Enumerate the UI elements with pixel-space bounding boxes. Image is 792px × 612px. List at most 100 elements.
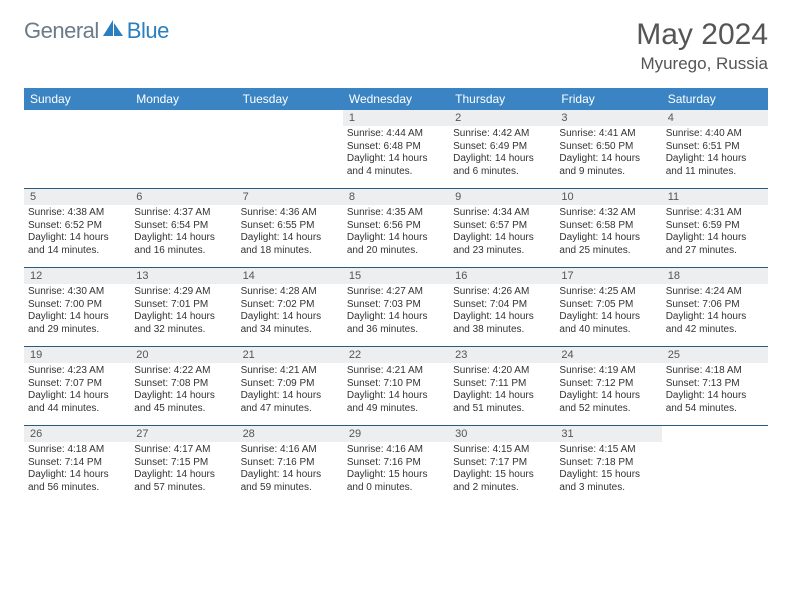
day-d2: and 16 minutes. [134, 245, 232, 258]
day-sr: Sunrise: 4:30 AM [28, 286, 126, 299]
day-d1: Daylight: 14 hours [347, 232, 445, 245]
day-number: 24 [555, 347, 661, 363]
day-number: 20 [130, 347, 236, 363]
day-number: 1 [343, 110, 449, 126]
day-sr: Sunrise: 4:27 AM [347, 286, 445, 299]
calendar-cell: 18Sunrise: 4:24 AMSunset: 7:06 PMDayligh… [662, 268, 768, 346]
calendar-cell [662, 426, 768, 504]
day-details: Sunrise: 4:38 AMSunset: 6:52 PMDaylight:… [24, 205, 130, 259]
day-ss: Sunset: 6:58 PM [559, 220, 657, 233]
day-details: Sunrise: 4:32 AMSunset: 6:58 PMDaylight:… [555, 205, 661, 259]
day-details: Sunrise: 4:18 AMSunset: 7:13 PMDaylight:… [662, 363, 768, 417]
day-ss: Sunset: 7:18 PM [559, 457, 657, 470]
day-sr: Sunrise: 4:26 AM [453, 286, 551, 299]
day-ss: Sunset: 6:56 PM [347, 220, 445, 233]
calendar-cell: 15Sunrise: 4:27 AMSunset: 7:03 PMDayligh… [343, 268, 449, 346]
calendar-cell: 5Sunrise: 4:38 AMSunset: 6:52 PMDaylight… [24, 189, 130, 267]
day-sr: Sunrise: 4:37 AM [134, 207, 232, 220]
day-number: 30 [449, 426, 555, 442]
day-ss: Sunset: 7:06 PM [666, 299, 764, 312]
day-details: Sunrise: 4:44 AMSunset: 6:48 PMDaylight:… [343, 126, 449, 180]
day-d1: Daylight: 14 hours [347, 153, 445, 166]
day-sr: Sunrise: 4:15 AM [559, 444, 657, 457]
day-details: Sunrise: 4:42 AMSunset: 6:49 PMDaylight:… [449, 126, 555, 180]
day-ss: Sunset: 7:07 PM [28, 378, 126, 391]
day-details: Sunrise: 4:17 AMSunset: 7:15 PMDaylight:… [130, 442, 236, 496]
calendar-cell [237, 110, 343, 188]
day-d2: and 49 minutes. [347, 403, 445, 416]
day-d2: and 2 minutes. [453, 482, 551, 495]
day-ss: Sunset: 6:49 PM [453, 141, 551, 154]
day-ss: Sunset: 6:59 PM [666, 220, 764, 233]
day-d1: Daylight: 14 hours [28, 390, 126, 403]
calendar-cell: 1Sunrise: 4:44 AMSunset: 6:48 PMDaylight… [343, 110, 449, 188]
day-d2: and 59 minutes. [241, 482, 339, 495]
day-sr: Sunrise: 4:21 AM [347, 365, 445, 378]
day-number: 25 [662, 347, 768, 363]
day-sr: Sunrise: 4:31 AM [666, 207, 764, 220]
calendar-cell: 21Sunrise: 4:21 AMSunset: 7:09 PMDayligh… [237, 347, 343, 425]
logo-text-blue: Blue [127, 18, 169, 44]
day-ss: Sunset: 6:57 PM [453, 220, 551, 233]
day-number: 8 [343, 189, 449, 205]
day-number: 17 [555, 268, 661, 284]
day-sr: Sunrise: 4:18 AM [666, 365, 764, 378]
day-d1: Daylight: 14 hours [241, 390, 339, 403]
day-sr: Sunrise: 4:16 AM [241, 444, 339, 457]
day-details: Sunrise: 4:25 AMSunset: 7:05 PMDaylight:… [555, 284, 661, 338]
calendar-cell: 9Sunrise: 4:34 AMSunset: 6:57 PMDaylight… [449, 189, 555, 267]
day-number: 19 [24, 347, 130, 363]
day-details: Sunrise: 4:29 AMSunset: 7:01 PMDaylight:… [130, 284, 236, 338]
day-d1: Daylight: 14 hours [666, 232, 764, 245]
day-d1: Daylight: 14 hours [241, 469, 339, 482]
day-sr: Sunrise: 4:29 AM [134, 286, 232, 299]
day-d2: and 3 minutes. [559, 482, 657, 495]
day-ss: Sunset: 7:17 PM [453, 457, 551, 470]
day-details: Sunrise: 4:37 AMSunset: 6:54 PMDaylight:… [130, 205, 236, 259]
day-number: 7 [237, 189, 343, 205]
calendar-cell: 20Sunrise: 4:22 AMSunset: 7:08 PMDayligh… [130, 347, 236, 425]
day-ss: Sunset: 7:09 PM [241, 378, 339, 391]
day-number: 3 [555, 110, 661, 126]
day-sr: Sunrise: 4:36 AM [241, 207, 339, 220]
day-number: 12 [24, 268, 130, 284]
day-sr: Sunrise: 4:15 AM [453, 444, 551, 457]
week-row: 19Sunrise: 4:23 AMSunset: 7:07 PMDayligh… [24, 347, 768, 426]
week-row: 1Sunrise: 4:44 AMSunset: 6:48 PMDaylight… [24, 110, 768, 189]
day-d2: and 4 minutes. [347, 166, 445, 179]
day-sr: Sunrise: 4:44 AM [347, 128, 445, 141]
day-number: 13 [130, 268, 236, 284]
day-number: 4 [662, 110, 768, 126]
calendar-cell: 24Sunrise: 4:19 AMSunset: 7:12 PMDayligh… [555, 347, 661, 425]
day-d1: Daylight: 14 hours [559, 311, 657, 324]
day-d1: Daylight: 14 hours [347, 311, 445, 324]
dayname-sun: Sunday [24, 88, 130, 110]
day-ss: Sunset: 6:54 PM [134, 220, 232, 233]
day-d1: Daylight: 14 hours [241, 311, 339, 324]
day-details: Sunrise: 4:18 AMSunset: 7:14 PMDaylight:… [24, 442, 130, 496]
day-details: Sunrise: 4:28 AMSunset: 7:02 PMDaylight:… [237, 284, 343, 338]
day-details: Sunrise: 4:16 AMSunset: 7:16 PMDaylight:… [237, 442, 343, 496]
day-d2: and 44 minutes. [28, 403, 126, 416]
day-sr: Sunrise: 4:18 AM [28, 444, 126, 457]
calendar-cell: 16Sunrise: 4:26 AMSunset: 7:04 PMDayligh… [449, 268, 555, 346]
week-row: 26Sunrise: 4:18 AMSunset: 7:14 PMDayligh… [24, 426, 768, 504]
calendar-cell: 14Sunrise: 4:28 AMSunset: 7:02 PMDayligh… [237, 268, 343, 346]
day-d1: Daylight: 14 hours [28, 311, 126, 324]
day-d1: Daylight: 15 hours [559, 469, 657, 482]
day-d2: and 45 minutes. [134, 403, 232, 416]
dayname-thu: Thursday [449, 88, 555, 110]
day-d1: Daylight: 14 hours [28, 232, 126, 245]
day-sr: Sunrise: 4:28 AM [241, 286, 339, 299]
day-details: Sunrise: 4:27 AMSunset: 7:03 PMDaylight:… [343, 284, 449, 338]
day-d2: and 38 minutes. [453, 324, 551, 337]
day-ss: Sunset: 7:01 PM [134, 299, 232, 312]
calendar-cell: 8 Sunrise: 4:35 AMSunset: 6:56 PMDaylight… [343, 189, 449, 267]
week-row: 12Sunrise: 4:30 AMSunset: 7:00 PMDayligh… [24, 268, 768, 347]
day-d2: and 11 minutes. [666, 166, 764, 179]
day-ss: Sunset: 7:08 PM [134, 378, 232, 391]
day-sr: Sunrise: 4:35 AM [347, 207, 445, 220]
day-sr: Sunrise: 4:16 AM [347, 444, 445, 457]
day-d2: and 6 minutes. [453, 166, 551, 179]
dayname-mon: Monday [130, 88, 236, 110]
